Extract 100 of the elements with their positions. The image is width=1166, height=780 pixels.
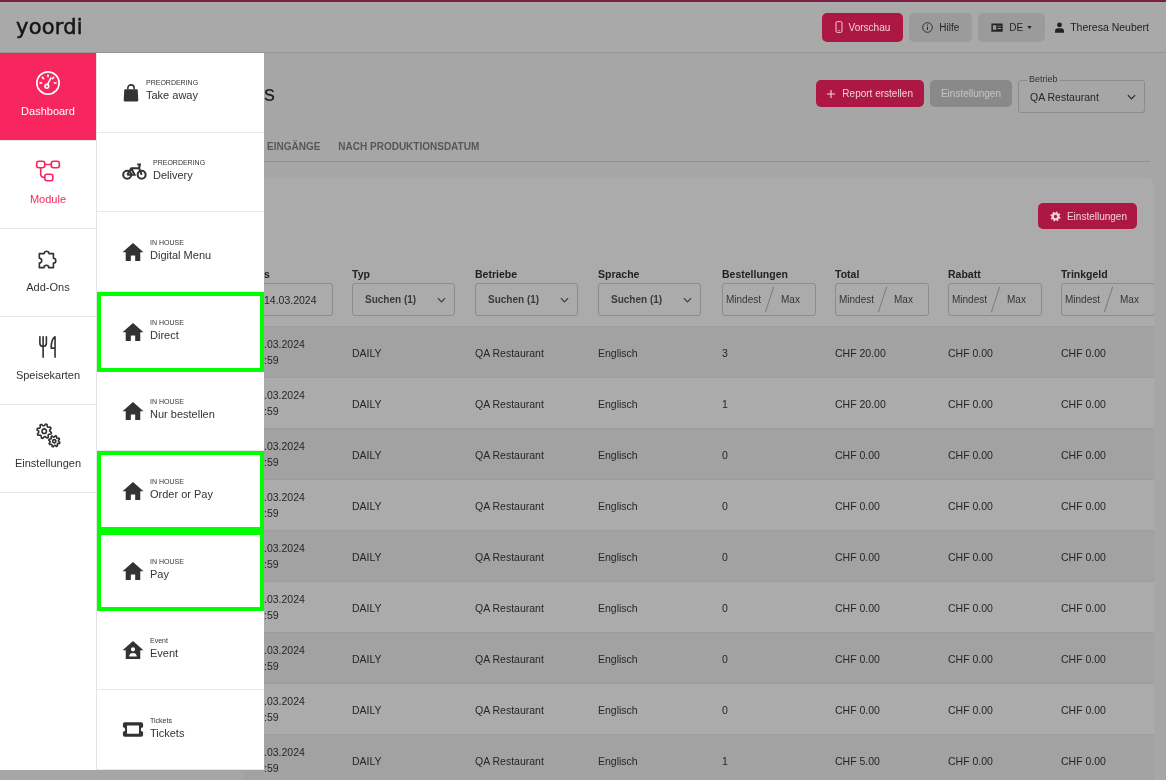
house-icon (122, 481, 144, 502)
max-field[interactable]: Max (1111, 284, 1153, 315)
table-cell-text: QA Restaurant (475, 550, 544, 565)
table-cell-text: CHF 0.00 (835, 703, 880, 718)
gears-icon (35, 422, 61, 448)
table-cell-text: CHF 5.00 (835, 754, 880, 769)
table-cell-text: 0 (722, 448, 728, 463)
field-label: Betrieb (1027, 74, 1060, 85)
table-cell-text: CHF 0.00 (835, 601, 880, 616)
table-cell-text: CHF 0.00 (948, 652, 993, 667)
chevron-down-icon (437, 296, 446, 303)
table-cell-text: DAILY (352, 448, 382, 463)
id-card-icon (991, 22, 1004, 32)
nodes-icon (35, 158, 61, 184)
sidebar-item[interactable]: Add-Ons (0, 229, 96, 317)
table-cell-text: QA Restaurant (475, 601, 544, 616)
gauge-icon (35, 70, 61, 96)
caret-icon (1027, 25, 1033, 29)
column-header: Sprache (598, 268, 640, 280)
table-cell-text: CHF 0.00 (948, 346, 993, 361)
table-cell-text: CHF 0.00 (1061, 499, 1106, 514)
table-cell-text: DAILY (352, 703, 382, 718)
range-field[interactable]: Mindest Max (1061, 283, 1154, 316)
table-cell-text: .03.2024 :59 (264, 541, 305, 572)
bicycle-icon (122, 162, 147, 182)
range-field[interactable]: Mindest Max (835, 283, 929, 316)
table-cell-text: DAILY (352, 346, 382, 361)
sidebar-item[interactable]: Dashboard (0, 53, 96, 141)
sidebar-item[interactable]: Speisekarten (0, 317, 96, 405)
range-field[interactable]: Mindest Max (948, 283, 1042, 316)
table-cell-text: DAILY (352, 499, 382, 514)
table-cell-text: CHF 0.00 (1061, 754, 1106, 769)
table-cell-text: CHF 0.00 (948, 448, 993, 463)
settings-button[interactable]: Einstellungen (1037, 203, 1137, 229)
table-cell-text: Englisch (598, 652, 638, 667)
table-cell-text: Englisch (598, 703, 638, 718)
column-header: Bestellungen (722, 268, 788, 280)
select-field[interactable]: Suchen (1) (352, 283, 455, 316)
table-cell-text: CHF 0.00 (1061, 703, 1106, 718)
table-cell-text: QA Restaurant (475, 499, 544, 514)
help-button[interactable]: Hilfe (909, 12, 973, 42)
table-cell-text: QA Restaurant (475, 397, 544, 412)
house-icon (122, 321, 144, 342)
min-field[interactable]: Mindest (723, 284, 767, 315)
user-menu[interactable]: Theresa Neubert (1055, 21, 1149, 33)
table-cell-text: Englisch (598, 448, 638, 463)
page-title: s (264, 80, 275, 107)
table-cell-text: Englisch (598, 601, 638, 616)
gear-icon (1049, 210, 1061, 222)
range-field[interactable]: Mindest Max (722, 283, 816, 316)
table-cell-text: Englisch (598, 499, 638, 514)
table-cell-text: DAILY (352, 601, 382, 616)
language-button[interactable]: DE (978, 12, 1046, 42)
select-field[interactable]: Suchen (1) (475, 283, 578, 316)
table-cell-text: .03.2024 :59 (264, 337, 305, 368)
sidebar-item[interactable]: Module (0, 141, 96, 229)
min-field[interactable]: Mindest (949, 284, 993, 315)
table-cell-text: CHF 0.00 (948, 601, 993, 616)
chevron-down-icon (1127, 93, 1136, 100)
house-icon (122, 400, 144, 421)
column-header: Rabatt (948, 268, 981, 280)
table-cell-text: DAILY (352, 550, 382, 565)
table-cell-text: CHF 0.00 (1061, 652, 1106, 667)
table-cell-text: CHF 0.00 (835, 550, 880, 565)
column-header: Betriebe (475, 268, 517, 280)
sidebar-item[interactable]: Einstellungen (0, 405, 96, 493)
table-cell-text: 1 (722, 397, 728, 412)
table-cell-text: DAILY (352, 754, 382, 769)
house-icon (122, 560, 144, 581)
table-cell-text: .03.2024 :59 (264, 592, 305, 623)
date-field[interactable]: 14.03.2024 (264, 283, 333, 316)
table-cell-text: CHF 0.00 (835, 448, 880, 463)
bag-icon (122, 82, 140, 102)
table-cell-text: QA Restaurant (475, 652, 544, 667)
table-cell-text: .03.2024 :59 (264, 439, 305, 470)
logo[interactable]: yoordi (16, 15, 83, 39)
table-cell-text: CHF 0.00 (948, 550, 993, 565)
max-field[interactable]: Max (885, 284, 927, 315)
table-cell-text: CHF 20.00 (835, 346, 886, 361)
max-field[interactable]: Max (772, 284, 814, 315)
table-cell-text: .03.2024 :59 (264, 694, 305, 725)
table-cell-text: QA Restaurant (475, 346, 544, 361)
info-icon (922, 21, 934, 33)
min-field[interactable]: Mindest (1062, 284, 1106, 315)
table-cell-text: CHF 0.00 (948, 499, 993, 514)
table-cell-text: CHF 0.00 (948, 397, 993, 412)
table-cell-text: DAILY (352, 652, 382, 667)
ticket-icon (122, 721, 144, 739)
user-icon (1055, 21, 1065, 33)
min-field[interactable]: Mindest (836, 284, 880, 315)
create-report-button[interactable]: Report erstellen (816, 80, 924, 107)
chevron-down-icon (560, 296, 569, 303)
table-cell-text: .03.2024 :59 (264, 745, 305, 776)
preview-button[interactable]: Vorschau (821, 12, 904, 42)
table-cell-text: DAILY (352, 397, 382, 412)
select-field[interactable]: Suchen (1) (598, 283, 701, 316)
table-cell-text: CHF 0.00 (1061, 346, 1106, 361)
max-field[interactable]: Max (998, 284, 1040, 315)
table-cell-text: 0 (722, 652, 728, 667)
table-cell-text: CHF 0.00 (948, 754, 993, 769)
